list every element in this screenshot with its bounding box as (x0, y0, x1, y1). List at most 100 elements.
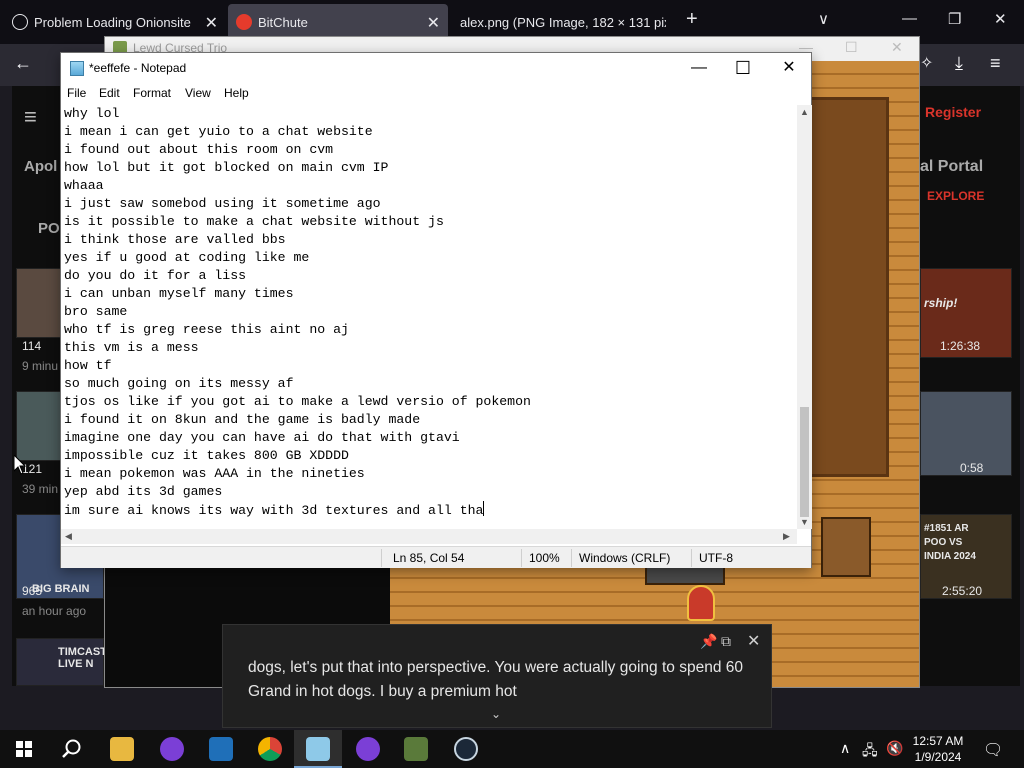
line-ending: Windows (CRLF) (579, 551, 671, 565)
encoding: UTF-8 (699, 551, 733, 565)
text-line: is it possible to make a chat website wi… (64, 214, 444, 229)
hamburger-icon[interactable]: ≡ (24, 104, 37, 130)
menu-icon[interactable]: ≡ (990, 53, 1001, 74)
info-icon (12, 14, 28, 30)
steam-icon[interactable] (454, 737, 478, 761)
close-icon[interactable]: ✕ (747, 631, 760, 651)
chevron-up-icon[interactable]: ∧ (840, 740, 850, 757)
scroll-right-icon[interactable]: ▶ (783, 531, 790, 542)
network-icon[interactable]: 🖧 (862, 740, 878, 764)
close-window-icon[interactable]: ✕ (994, 10, 1007, 28)
virtualbox-icon[interactable] (209, 737, 233, 761)
expand-icon[interactable]: ⧉ (721, 633, 731, 650)
close-icon[interactable]: ✕ (891, 39, 903, 56)
video-duration: 0:58 (960, 461, 984, 475)
clock-time: 12:57 AM (912, 734, 964, 748)
thumbnail-label: rship! (924, 296, 958, 310)
notepad-window[interactable]: *eeffefe - Notepad — ☐ ✕ File Edit Forma… (60, 52, 812, 568)
site-heading: Apol (24, 158, 58, 175)
vertical-scrollbar[interactable]: ▲ ▼ (797, 105, 812, 529)
windows-start-icon[interactable] (16, 741, 32, 757)
text-line: imagine one day you can have ai do that … (64, 430, 460, 445)
menu-bar: File Edit Format View Help (61, 83, 811, 105)
explore-link[interactable]: EXPLORE (927, 189, 984, 203)
text-line: do you do it for a liss (64, 268, 247, 283)
game-shelf (821, 517, 871, 577)
text-line-current: im sure ai knows its way with 3d texture… (64, 501, 797, 519)
tab-problem-loading[interactable]: Problem Loading Onionsite ✕ (4, 4, 226, 40)
new-tab-button[interactable]: + (686, 8, 698, 31)
thumbnail-label: #1851 AR POO VS INDIA 2024 (924, 523, 976, 562)
text-line: i can unban myself many times (64, 286, 294, 301)
live-caption-panel: 📌 ⧉ ✕ dogs, let's put that into perspect… (222, 624, 772, 728)
video-age: 9 minu (22, 359, 59, 373)
tor-browser-icon[interactable] (356, 737, 380, 761)
cursor-position: Ln 85, Col 54 (393, 551, 465, 565)
scroll-left-icon[interactable]: ◀ (65, 531, 72, 542)
notepad-icon[interactable] (306, 737, 330, 761)
notepad-titlebar: *eeffefe - Notepad — ☐ ✕ (61, 53, 811, 83)
text-line: i found out about this room on cvm (64, 142, 334, 157)
caption-text: dogs, let's put that into perspective. Y… (248, 659, 743, 700)
text-line: impossible cuz it takes 800 GB XDDDD (64, 448, 349, 463)
close-icon[interactable]: ✕ (767, 57, 811, 79)
close-tab-icon[interactable]: ✕ (427, 13, 440, 33)
file-explorer-icon[interactable] (110, 737, 134, 761)
text-line: i found it on 8kun and the game is badly… (64, 412, 421, 427)
notification-icon[interactable]: 🗨 (983, 740, 1003, 760)
text-line: this vm is a mess (64, 340, 199, 355)
download-icon[interactable]: ⤓ (955, 53, 963, 74)
chevron-down-icon[interactable]: ⌄ (491, 707, 501, 721)
tab-label: alex.png (PNG Image, 182 × 131 pix (460, 14, 666, 30)
scrollbar-thumb[interactable] (800, 407, 809, 517)
chrome-icon[interactable] (258, 737, 282, 761)
list-tabs-button[interactable]: ∨ (818, 10, 829, 28)
close-tab-icon[interactable]: ✕ (205, 13, 218, 33)
minimize-icon[interactable]: — (902, 10, 917, 27)
game-wall (809, 97, 889, 477)
text-line: whaaa (64, 178, 104, 193)
tab-label: Problem Loading Onionsite (34, 14, 191, 30)
text-line: why lol (64, 106, 120, 121)
text-line: yep abd its 3d games (64, 484, 223, 499)
mouse-cursor-icon (14, 455, 26, 475)
thumbnail-label: TIMCAST LIVE N (58, 646, 107, 670)
maximize-icon[interactable]: ☐ (721, 57, 765, 79)
tab-label: BitChute (258, 14, 308, 30)
pin-icon[interactable]: 📌 (700, 633, 717, 650)
site-section: PO (38, 220, 60, 237)
search-icon[interactable] (61, 738, 83, 760)
menu-help[interactable]: Help (224, 86, 249, 100)
status-divider (571, 549, 572, 567)
restore-icon[interactable]: ❐ (948, 10, 961, 28)
register-link[interactable]: Register (925, 104, 981, 120)
scroll-up-icon[interactable]: ▲ (800, 107, 809, 117)
horizontal-scrollbar[interactable]: ◀ ▶ (61, 529, 797, 544)
notepad-icon (70, 61, 84, 76)
text-editor[interactable]: why lol i mean i can get yuio to a chat … (61, 105, 797, 529)
minimize-icon[interactable]: — (677, 57, 721, 79)
menu-edit[interactable]: Edit (99, 86, 120, 100)
volume-muted-icon[interactable]: 🔇 (886, 740, 903, 757)
portal-title: al Portal (920, 158, 984, 175)
tor-browser-icon[interactable] (160, 737, 184, 761)
tab-alex-png[interactable]: alex.png (PNG Image, 182 × 131 pix (452, 4, 674, 40)
status-divider (381, 549, 382, 567)
view-count: 965 (22, 584, 43, 598)
clock[interactable]: 12:57 AM 1/9/2024 (908, 733, 968, 765)
menu-file[interactable]: File (67, 86, 86, 100)
menu-format[interactable]: Format (133, 86, 171, 100)
text-line: i think those are valled bbs (64, 232, 286, 247)
current-line-text: im sure ai knows its way with 3d texture… (64, 503, 484, 518)
video-duration: 1:26:38 (940, 339, 981, 353)
maximize-icon[interactable]: ☐ (845, 39, 858, 56)
extensions-icon[interactable]: ✧ (920, 53, 933, 73)
game-icon[interactable] (404, 737, 428, 761)
status-divider (691, 549, 692, 567)
text-line: how lol but it got blocked on main cvm I… (64, 160, 389, 175)
text-caret (483, 501, 485, 516)
tab-bitchute[interactable]: BitChute ✕ (228, 4, 448, 40)
back-arrow-icon[interactable]: ← (14, 53, 32, 74)
menu-view[interactable]: View (185, 86, 211, 100)
scroll-down-icon[interactable]: ▼ (800, 517, 809, 527)
